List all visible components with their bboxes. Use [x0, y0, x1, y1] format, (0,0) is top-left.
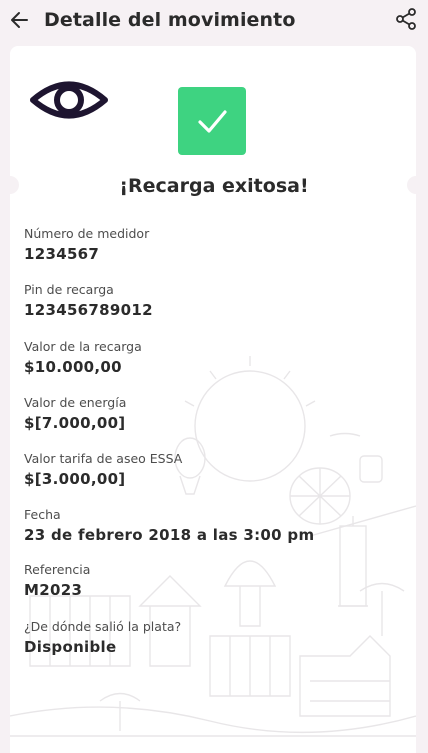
- detail-field-meter-number: Número de medidor 1234567: [24, 226, 149, 263]
- page-title: Detalle del movimiento: [44, 9, 296, 31]
- detail-field-energy-value: Valor de energía $[7.000,00]: [24, 395, 126, 432]
- success-badge: [178, 87, 246, 155]
- receipt-card: ¡Recarga exitosa! Número de medidor 1234…: [10, 46, 416, 753]
- field-label: Fecha: [24, 507, 61, 522]
- arrow-left-icon: [11, 12, 28, 28]
- back-button[interactable]: [6, 6, 34, 34]
- field-label: Número de medidor: [24, 226, 150, 241]
- check-icon: [198, 110, 227, 133]
- share-icon: [396, 8, 416, 30]
- field-value: 23 de febrero 2018 a las 3:00 pm: [24, 526, 315, 544]
- detail-field-cleaning-fee: Valor tarifa de aseo ESSA $[3.000,00]: [24, 451, 182, 488]
- field-label: ¿De dónde salió la plata?: [24, 619, 182, 634]
- detail-field-funds-source: ¿De dónde salió la plata? Disponible: [24, 619, 181, 656]
- field-value: $10.000,00: [24, 358, 122, 376]
- field-value: $[3.000,00]: [24, 470, 126, 488]
- status-message: ¡Recarga exitosa!: [119, 175, 309, 197]
- field-label: Referencia: [24, 562, 91, 577]
- top-bar: Detalle del movimiento: [0, 0, 428, 44]
- field-value: M2023: [24, 581, 83, 599]
- field-label: Valor de energía: [24, 395, 127, 410]
- field-label: Valor de la recarga: [24, 339, 142, 354]
- detail-field-reference: Referencia M2023: [24, 562, 90, 599]
- field-label: Valor tarifa de aseo ESSA: [24, 451, 183, 466]
- toggle-visibility-button[interactable]: [28, 72, 110, 128]
- field-value: $[7.000,00]: [24, 414, 126, 432]
- detail-field-recharge-pin: Pin de recarga 123456789012: [24, 282, 153, 319]
- field-label: Pin de recarga: [24, 282, 114, 297]
- eye-icon: [30, 81, 108, 119]
- share-button[interactable]: [392, 5, 420, 33]
- detail-field-recharge-amount: Valor de la recarga $10.000,00: [24, 339, 142, 376]
- field-value: Disponible: [24, 638, 117, 656]
- field-value: 123456789012: [24, 301, 153, 319]
- field-value: 1234567: [24, 245, 100, 263]
- detail-field-date: Fecha 23 de febrero 2018 a las 3:00 pm: [24, 507, 314, 544]
